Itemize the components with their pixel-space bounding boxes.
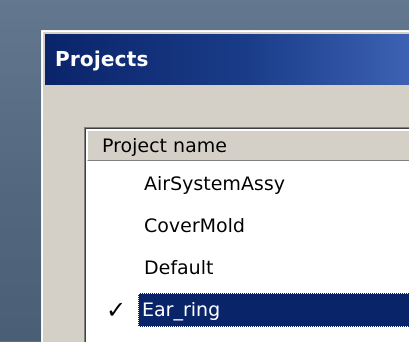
list-item-label: AirSystemAssy [144,173,285,195]
column-header-label: Project name [102,135,227,157]
list-item-label: CoverMold [144,215,245,237]
list-item-airsystemassy[interactable]: AirSystemAssy [87,163,409,205]
dialog-client-area: Project name AirSystemAssy CoverMold Def… [45,85,409,342]
list-item-covermold[interactable]: CoverMold [87,205,409,247]
list-item-ear-ring[interactable]: ✓ Ear_ring [87,289,409,331]
list-item-label: Default [144,257,214,279]
dialog-title: Projects [55,47,149,71]
title-bar[interactable]: Projects [45,34,409,85]
projects-list[interactable]: Project name AirSystemAssy CoverMold Def… [84,127,409,342]
projects-dialog: Projects Project name AirSystemAssy Cove… [41,30,409,342]
checkmark-icon: ✓ [105,296,127,324]
list-item-default[interactable]: Default [87,247,409,289]
column-header-project-name[interactable]: Project name [87,130,409,161]
list-item-label: Ear_ring [138,293,409,327]
project-rows: AirSystemAssy CoverMold Default ✓ Ear_ri… [87,163,409,331]
